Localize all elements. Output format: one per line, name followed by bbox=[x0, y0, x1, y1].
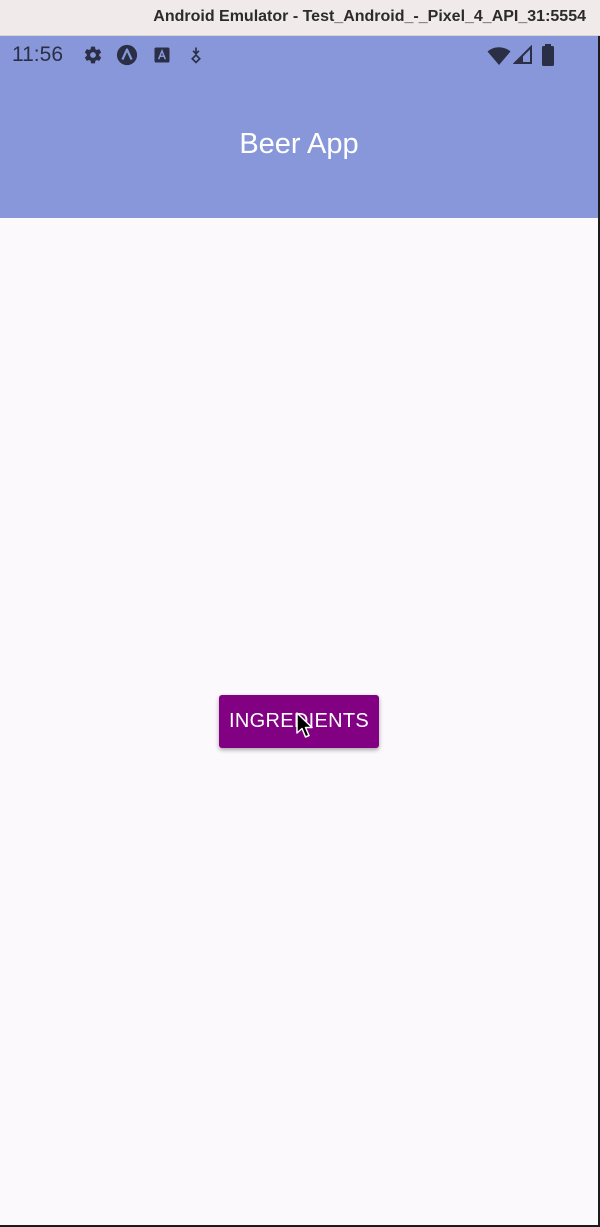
window-title: Android Emulator - Test_Android_-_Pixel_… bbox=[153, 8, 586, 25]
status-time: 11:56 bbox=[12, 43, 63, 66]
mouse-pointer-icon bbox=[296, 712, 313, 738]
status-bar: 11:56 bbox=[0, 36, 598, 74]
android-studio-icon bbox=[116, 44, 138, 66]
keyboard-a-icon bbox=[154, 47, 170, 63]
emulator-window: Android Emulator - Test_Android_-_Pixel_… bbox=[0, 0, 600, 1227]
app-bar: Beer App bbox=[0, 74, 598, 218]
battery-icon bbox=[542, 44, 554, 66]
cellular-signal-icon bbox=[513, 45, 532, 64]
window-titlebar: Android Emulator - Test_Android_-_Pixel_… bbox=[0, 0, 600, 36]
wifi-icon bbox=[487, 47, 511, 65]
download-icon bbox=[191, 47, 201, 64]
settings-icon bbox=[84, 46, 102, 64]
app-title: Beer App bbox=[239, 128, 359, 160]
